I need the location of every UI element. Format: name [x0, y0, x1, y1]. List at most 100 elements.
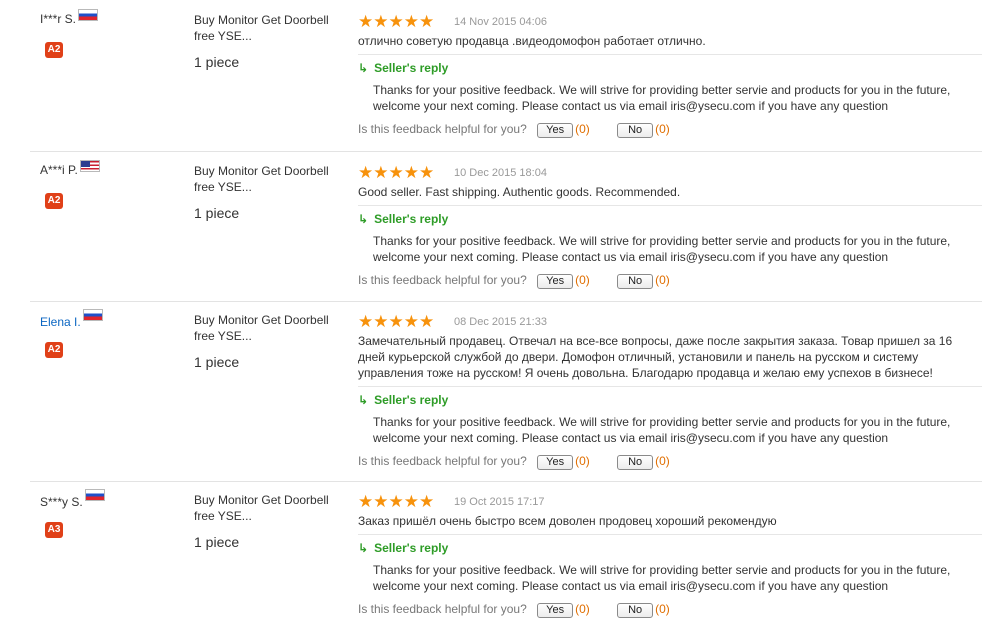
review-item: A***i P. A2 Buy Monitor Get Doorbell fre… — [30, 160, 982, 302]
review-item: Elena I. A2 Buy Monitor Get Doorbell fre… — [30, 309, 982, 482]
star-icon: ★ — [403, 163, 419, 182]
product-info: Buy Monitor Get Doorbell free YSE... 1 p… — [194, 12, 344, 70]
feedback-date: 08 Dec 2015 21:33 — [454, 316, 547, 328]
usa-flag-icon — [79, 160, 100, 172]
product-title-link[interactable]: Buy Monitor Get Doorbell free YSE... — [194, 312, 344, 344]
buyer-level-badge: A2 — [45, 193, 63, 209]
helpful-question: Is this feedback helpful for you? — [358, 273, 527, 287]
feedback-text: Замечательный продавец. Отвечал на все-в… — [358, 334, 953, 380]
buyer-info: A***i P. A2 — [40, 160, 190, 209]
helpful-yes-button[interactable]: Yes — [537, 123, 574, 138]
product-quantity: 1 piece — [194, 534, 240, 550]
seller-reply-title: Seller's reply — [374, 61, 449, 75]
yes-count: (0) — [575, 454, 590, 468]
yes-count: (0) — [575, 273, 590, 287]
product-title-link[interactable]: Buy Monitor Get Doorbell free YSE... — [194, 163, 344, 195]
helpful-no-button[interactable]: No — [617, 603, 654, 618]
star-icon: ★ — [373, 492, 389, 511]
no-count: (0) — [655, 602, 670, 616]
star-rating: ★★★★★ — [358, 493, 434, 512]
star-icon: ★ — [358, 312, 374, 331]
helpful-no-button[interactable]: No — [617, 274, 654, 289]
star-icon: ★ — [419, 163, 435, 182]
star-rating: ★★★★★ — [358, 313, 434, 332]
star-icon: ★ — [419, 312, 435, 331]
buyer-level-badge: A2 — [45, 342, 63, 358]
russia-flag-icon — [82, 309, 103, 321]
russia-flag-icon — [84, 489, 105, 501]
star-icon: ★ — [403, 492, 419, 511]
seller-reply-text: Thanks for your positive feedback. We wi… — [373, 563, 951, 593]
product-title-link[interactable]: Buy Monitor Get Doorbell free YSE... — [194, 12, 344, 44]
buyer-info: S***y S. A3 — [40, 489, 190, 538]
helpful-yes-button[interactable]: Yes — [537, 274, 574, 289]
buyer-name: A***i P. — [40, 163, 78, 177]
helpful-row: Is this feedback helpful for you? Yes (0)… — [358, 454, 982, 472]
reply-arrow-icon: ↳ — [358, 212, 369, 226]
reply-arrow-icon: ↳ — [358, 541, 369, 555]
buyer-info: Elena I. A2 — [40, 309, 190, 358]
star-icon: ★ — [358, 492, 374, 511]
buyer-name: S***y S. — [40, 495, 83, 509]
feedback-text: Заказ пришёл очень быстро всем доволен п… — [358, 514, 777, 528]
seller-reply-text: Thanks for your positive feedback. We wi… — [373, 83, 951, 113]
buyer-level-badge: A2 — [45, 42, 63, 58]
star-icon: ★ — [373, 312, 389, 331]
product-quantity: 1 piece — [194, 54, 240, 70]
star-icon: ★ — [419, 492, 435, 511]
feedback-content: ★★★★★ 14 Nov 2015 04:06 отлично советую … — [358, 12, 982, 140]
star-icon: ★ — [373, 12, 389, 31]
review-item: S***y S. A3 Buy Monitor Get Doorbell fre… — [30, 489, 982, 637]
helpful-question: Is this feedback helpful for you? — [358, 122, 527, 136]
helpful-question: Is this feedback helpful for you? — [358, 454, 527, 468]
star-icon: ★ — [388, 163, 404, 182]
review-item: I***r S. A2 Buy Monitor Get Doorbell fre… — [30, 9, 982, 152]
no-count: (0) — [655, 122, 670, 136]
feedback-text: Good seller. Fast shipping. Authentic go… — [358, 185, 681, 199]
feedback-content: ★★★★★ 08 Dec 2015 21:33 Замечательный пр… — [358, 312, 982, 472]
product-quantity: 1 piece — [194, 354, 240, 370]
yes-count: (0) — [575, 122, 590, 136]
feedback-date: 19 Oct 2015 17:17 — [454, 496, 545, 508]
no-count: (0) — [655, 454, 670, 468]
product-info: Buy Monitor Get Doorbell free YSE... 1 p… — [194, 492, 344, 550]
helpful-row: Is this feedback helpful for you? Yes (0)… — [358, 122, 982, 140]
star-icon: ★ — [419, 12, 435, 31]
reply-arrow-icon: ↳ — [358, 393, 369, 407]
seller-reply-text: Thanks for your positive feedback. We wi… — [373, 415, 951, 445]
buyer-name-link[interactable]: Elena I. — [40, 315, 81, 329]
seller-reply: ↳ Seller's reply Thanks for your positive… — [358, 534, 982, 594]
russia-flag-icon — [78, 9, 99, 21]
yes-count: (0) — [575, 602, 590, 616]
helpful-question: Is this feedback helpful for you? — [358, 602, 527, 616]
seller-reply-text: Thanks for your positive feedback. We wi… — [373, 234, 951, 264]
star-icon: ★ — [358, 12, 374, 31]
seller-reply-title: Seller's reply — [374, 212, 449, 226]
helpful-no-button[interactable]: No — [617, 123, 654, 138]
feedback-content: ★★★★★ 10 Dec 2015 18:04 Good seller. Fas… — [358, 163, 982, 291]
feedback-text: отлично советую продавца .видеодомофон р… — [358, 34, 706, 48]
seller-reply: ↳ Seller's reply Thanks for your positive… — [358, 205, 982, 265]
star-rating: ★★★★★ — [358, 164, 434, 183]
product-info: Buy Monitor Get Doorbell free YSE... 1 p… — [194, 312, 344, 370]
star-icon: ★ — [403, 312, 419, 331]
star-icon: ★ — [358, 163, 374, 182]
helpful-row: Is this feedback helpful for you? Yes (0)… — [358, 602, 982, 620]
feedback-date: 10 Dec 2015 18:04 — [454, 167, 547, 179]
product-info: Buy Monitor Get Doorbell free YSE... 1 p… — [194, 163, 344, 221]
helpful-no-button[interactable]: No — [617, 455, 654, 470]
star-icon: ★ — [373, 163, 389, 182]
helpful-yes-button[interactable]: Yes — [537, 603, 574, 618]
star-icon: ★ — [388, 492, 404, 511]
helpful-row: Is this feedback helpful for you? Yes (0)… — [358, 273, 982, 291]
product-quantity: 1 piece — [194, 205, 240, 221]
star-icon: ★ — [403, 12, 419, 31]
seller-reply: ↳ Seller's reply Thanks for your positive… — [358, 386, 982, 446]
seller-reply-title: Seller's reply — [374, 541, 449, 555]
helpful-yes-button[interactable]: Yes — [537, 455, 574, 470]
seller-reply: ↳ Seller's reply Thanks for your positive… — [358, 54, 982, 114]
star-icon: ★ — [388, 312, 404, 331]
product-title-link[interactable]: Buy Monitor Get Doorbell free YSE... — [194, 492, 344, 524]
star-icon: ★ — [388, 12, 404, 31]
star-rating: ★★★★★ — [358, 13, 434, 32]
